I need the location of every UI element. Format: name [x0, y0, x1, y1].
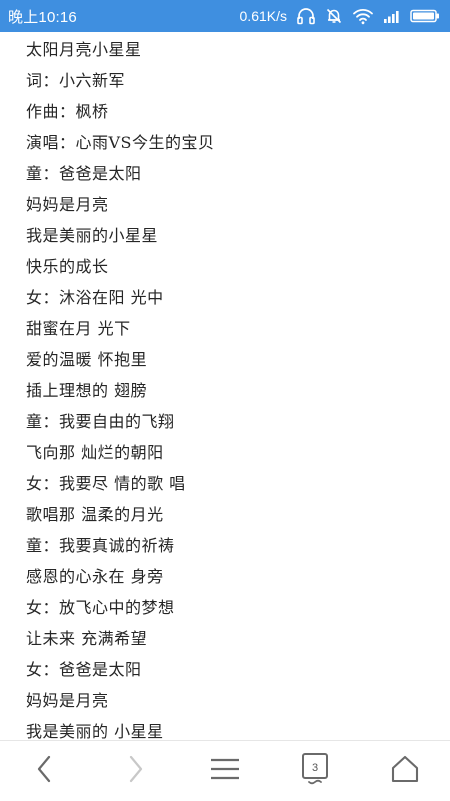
back-icon	[33, 754, 57, 788]
lyric-line: 歌唱那 温柔的月光	[26, 505, 164, 524]
back-button[interactable]	[0, 741, 90, 801]
status-bar: 晚上10:16 0.61K/s	[0, 0, 450, 32]
notifications-off-icon	[325, 7, 343, 25]
lyric-line: 插上理想的 翅膀	[26, 381, 148, 400]
lyric-line: 太阳月亮小星星	[26, 40, 142, 59]
signal-icon	[383, 8, 401, 24]
lyrics-list: 太阳月亮小星星 词：小六新军 作曲：枫桥演唱：心雨VS今生的宝贝 童：爸爸是太阳 妈妈是…	[0, 34, 450, 740]
lyric-line: 女：沐浴在阳 光中	[26, 288, 164, 307]
lyric-line: 演唱：心雨VS今生的宝贝	[26, 133, 215, 152]
lyric-line: 女：我要尽 情的歌 唱	[26, 474, 186, 493]
lyric-line: 快乐的成长	[26, 257, 109, 276]
lyric-line: 作曲：枫桥	[26, 102, 109, 121]
forward-icon	[123, 754, 147, 788]
lyric-line: 我是美丽的 小星星	[26, 722, 164, 740]
status-time: 晚上10:16	[8, 8, 77, 26]
status-icons: 0.61K/s	[240, 7, 440, 25]
lyric-line: 妈妈是月亮	[26, 691, 109, 710]
lyric-line: 爱的温暖 怀抱里	[26, 350, 148, 369]
lyric-line: 女：放飞心中的梦想	[26, 598, 175, 617]
lyric-line: 女：爸爸是太阳	[26, 660, 142, 679]
lyric-line: 童：爸爸是太阳	[26, 164, 142, 183]
lyric-line: 飞向那 灿烂的朝阳	[26, 443, 164, 462]
menu-button[interactable]	[180, 741, 270, 801]
lyric-line: 童：我要自由的飞翔	[26, 412, 175, 431]
lyric-line: 我是美丽的小星星	[26, 226, 159, 245]
home-icon	[390, 754, 420, 788]
lyric-line: 词：小六新军	[26, 71, 126, 90]
bottom-nav-bar: 3	[0, 740, 450, 800]
home-button[interactable]	[360, 741, 450, 801]
network-speed: 0.61K/s	[239, 8, 287, 24]
page-content: 太阳月亮小星星 词：小六新军 作曲：枫桥演唱：心雨VS今生的宝贝 童：爸爸是太阳 妈妈是…	[0, 32, 450, 740]
wifi-icon	[352, 7, 374, 25]
lyric-line: 让未来 充满希望	[26, 629, 148, 648]
forward-button[interactable]	[90, 741, 180, 801]
headphones-icon	[296, 7, 316, 25]
lyric-line: 甜蜜在月 光下	[26, 319, 131, 338]
lyric-line: 妈妈是月亮	[26, 195, 109, 214]
menu-icon	[209, 756, 241, 786]
tabs-button[interactable]: 3	[270, 741, 360, 801]
lyric-line: 感恩的心永在 身旁	[26, 567, 164, 586]
lyric-line: 童：我要真诚的祈祷	[26, 536, 175, 555]
battery-icon	[410, 8, 440, 24]
tab-count: 3	[311, 761, 319, 774]
